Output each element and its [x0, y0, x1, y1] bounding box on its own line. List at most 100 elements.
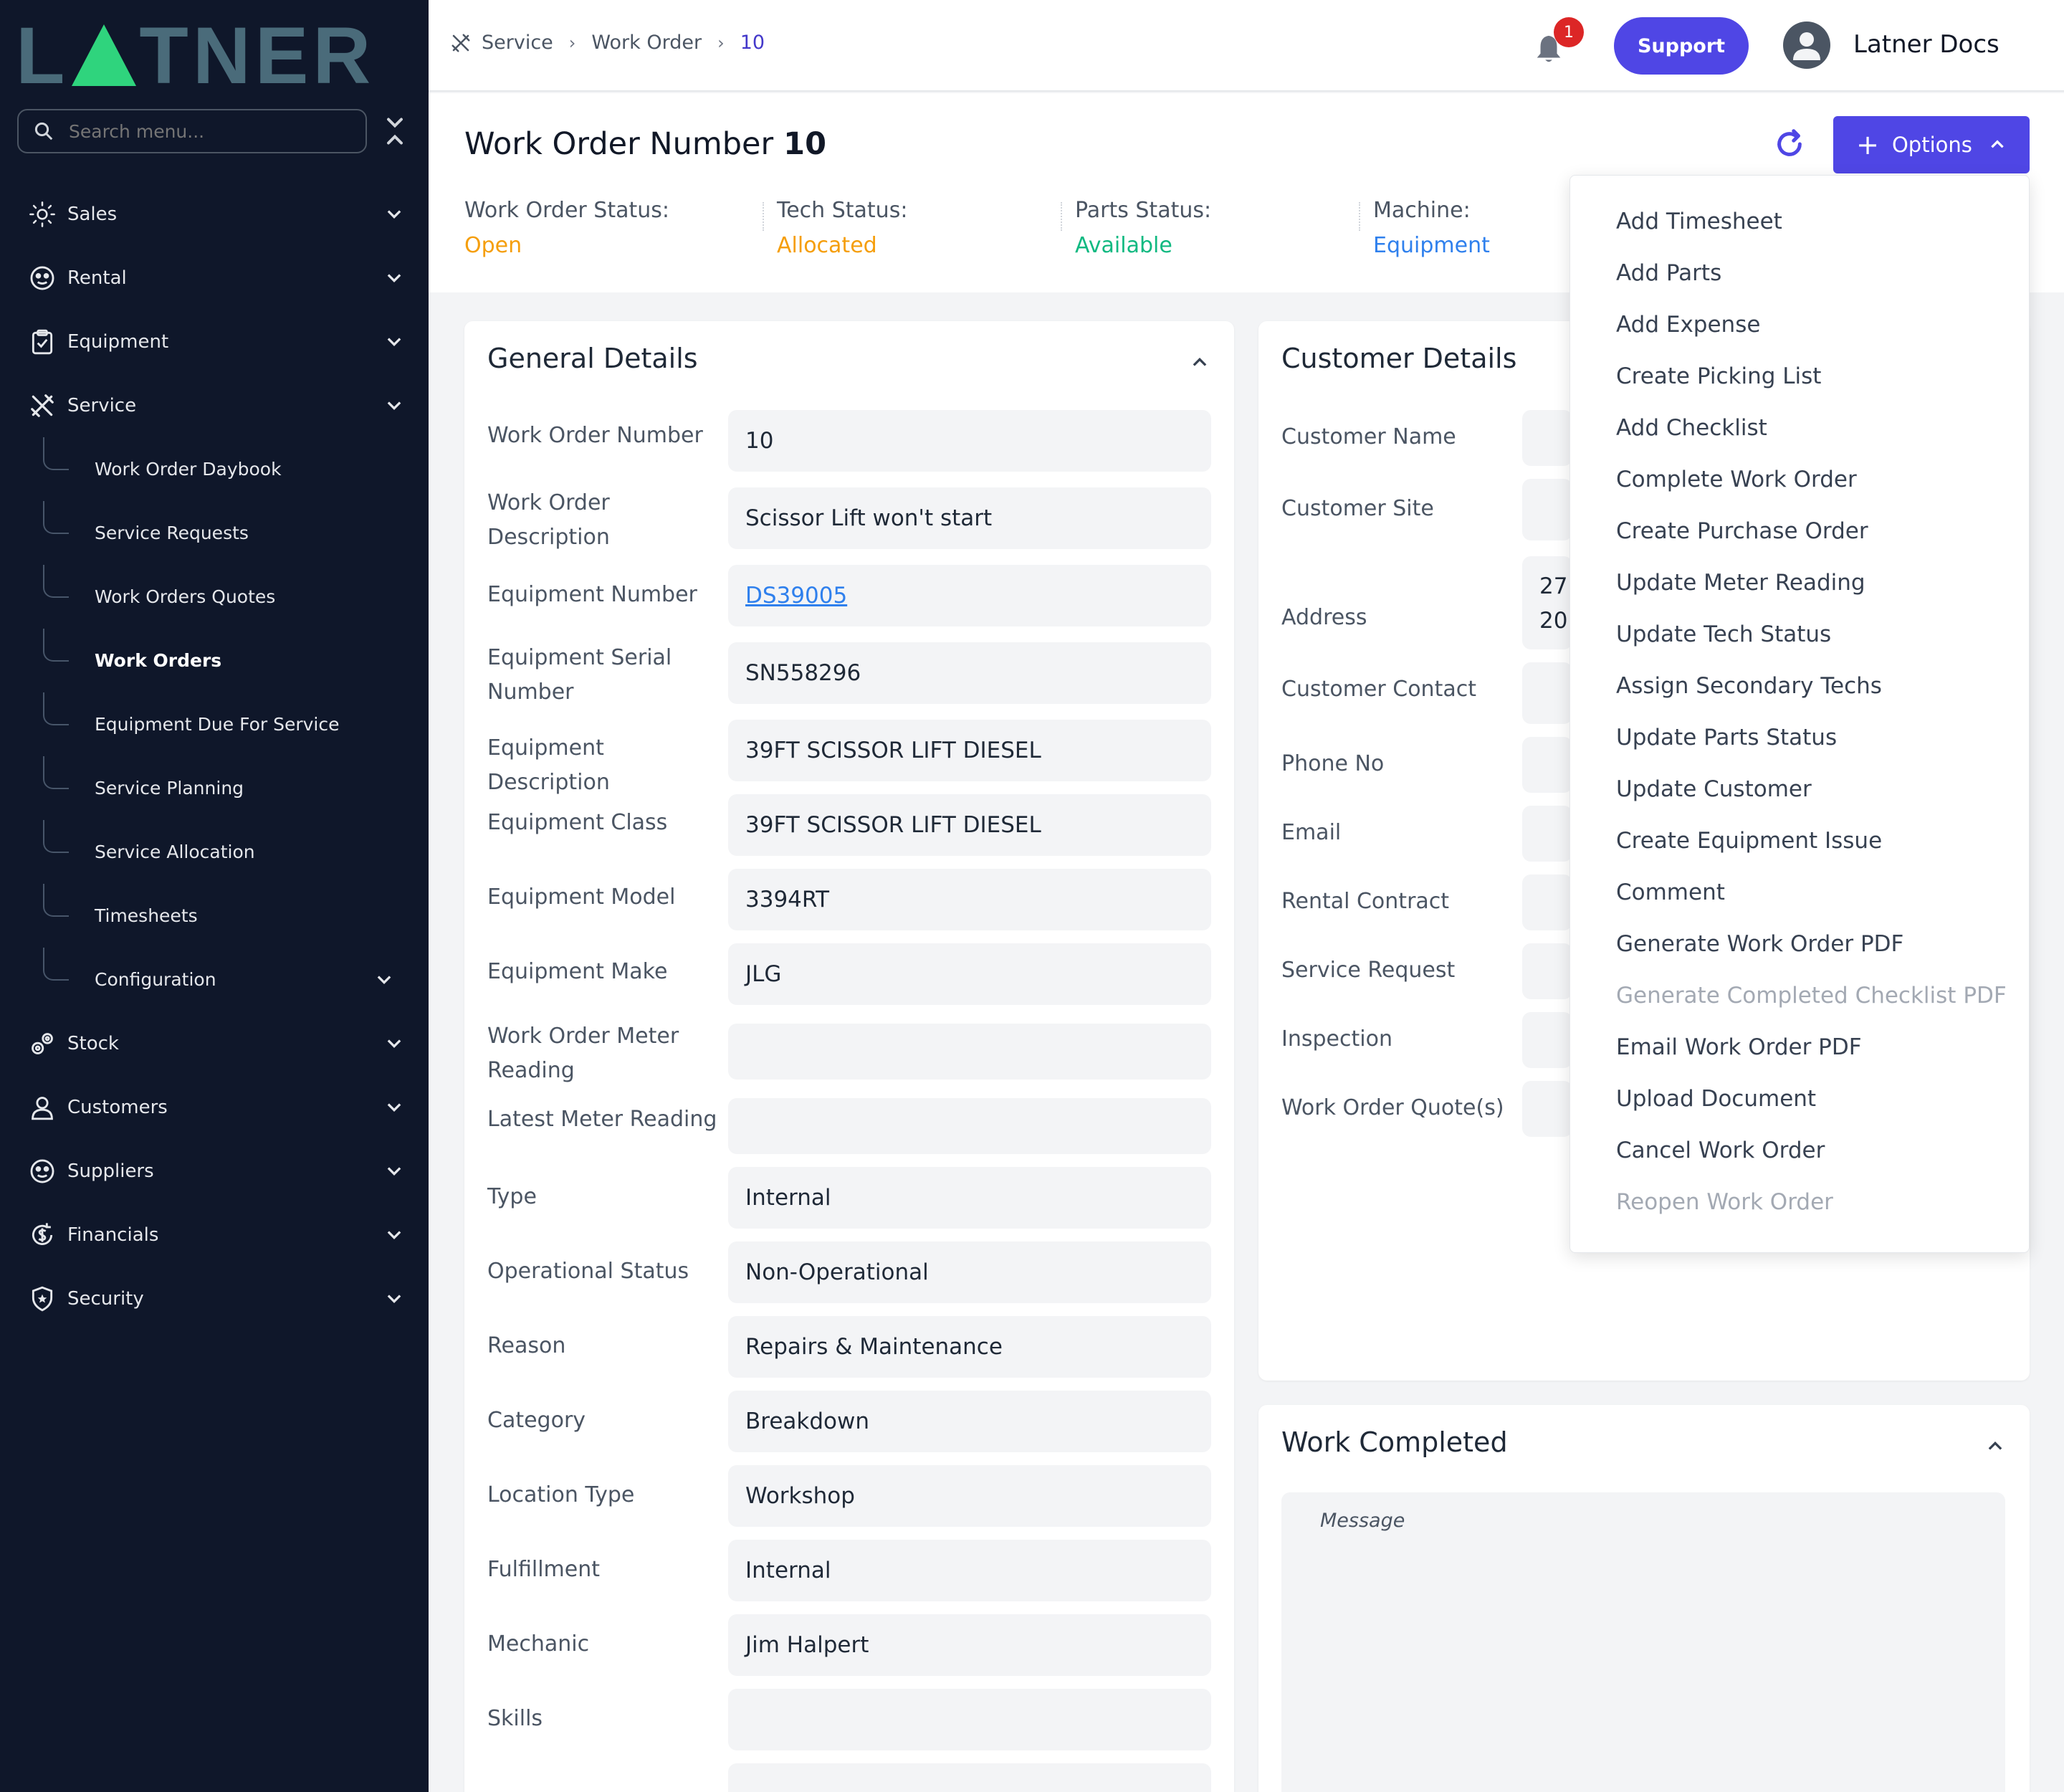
sidebar-subitem-service-allocation[interactable]: Service Allocation — [0, 820, 429, 884]
sidebar-subitem-work-orders-quotes[interactable]: Work Orders Quotes — [0, 565, 429, 629]
status-value: Allocated — [777, 233, 877, 258]
message-input[interactable] — [1281, 1492, 2005, 1792]
menu-item-update-meter-reading[interactable]: Update Meter Reading — [1616, 570, 1865, 596]
logo-triangle-icon — [72, 24, 137, 86]
field-value: DS39005 — [728, 565, 1211, 626]
search-input[interactable] — [69, 120, 355, 142]
sidebar-subitem-work-orders[interactable]: Work Orders — [0, 629, 429, 692]
menu-item-comment[interactable]: Comment — [1616, 880, 1725, 905]
sidebar-subitem-label: Configuration — [95, 969, 216, 990]
field-label: Work Order Meter Reading — [487, 1024, 679, 1083]
breadcrumb-work-order[interactable]: Work Order — [591, 32, 702, 54]
sidebar-subitem-label: Work Orders — [95, 650, 222, 671]
options-button[interactable]: + Options — [1833, 116, 2030, 173]
brand-logo[interactable]: L TNER — [16, 16, 375, 96]
avatar[interactable] — [1783, 22, 1830, 69]
menu-item-update-parts-status[interactable]: Update Parts Status — [1616, 725, 1837, 750]
menu-item-generate-work-order-pdf[interactable]: Generate Work Order PDF — [1616, 931, 1903, 957]
sidebar-item-financials[interactable]: Financials — [0, 1203, 429, 1267]
status-value: Available — [1075, 233, 1172, 258]
field-label: Address — [1281, 605, 1367, 630]
chevron-down-icon — [387, 274, 401, 282]
menu-item-add-parts[interactable]: Add Parts — [1616, 260, 1721, 286]
sidebar-item-customers[interactable]: Customers — [0, 1075, 429, 1139]
field-value: Workshop — [728, 1465, 1211, 1527]
rental-face-icon — [27, 263, 57, 293]
menu-item-add-checklist[interactable]: Add Checklist — [1616, 415, 1767, 441]
sidebar-subitem-work-order-daybook[interactable]: Work Order Daybook — [0, 437, 429, 501]
dollar-cycle-icon — [27, 1220, 57, 1250]
field-label: Equipment Make — [487, 959, 668, 984]
menu-item-update-tech-status[interactable]: Update Tech Status — [1616, 621, 1831, 647]
field-value: Internal — [728, 1540, 1211, 1601]
sidebar-item-security[interactable]: Security — [0, 1267, 429, 1330]
field-label: Mechanic — [487, 1631, 590, 1657]
sidebar-subitem-service-planning[interactable]: Service Planning — [0, 756, 429, 820]
field-value — [1522, 943, 1572, 999]
field-label: Inspection — [1281, 1026, 1392, 1052]
sidebar-item-suppliers[interactable]: Suppliers — [0, 1139, 429, 1203]
sidebar-item-label: Customers — [67, 1096, 168, 1118]
user-name[interactable]: Latner Docs — [1853, 30, 2000, 59]
options-menu: Add Timesheet Add Parts Add Expense Crea… — [1570, 175, 2030, 1253]
sun-settings-icon — [27, 199, 57, 229]
field-label: Rental Contract — [1281, 889, 1450, 914]
field-label: Equipment Description — [487, 735, 610, 795]
chevron-down-icon — [377, 976, 391, 984]
notification-badge: 1 — [1554, 17, 1584, 47]
menu-item-create-picking-list[interactable]: Create Picking List — [1616, 363, 1821, 389]
sidebar-item-service[interactable]: Service — [0, 373, 429, 437]
chevron-up-icon[interactable] — [1190, 353, 1210, 373]
field-label: Equipment Number — [487, 582, 697, 607]
breadcrumb-service[interactable]: Service — [482, 32, 553, 54]
search-box[interactable] — [17, 109, 367, 153]
field-label: Equipment Serial Number — [487, 645, 672, 705]
menu-item-add-expense[interactable]: Add Expense — [1616, 312, 1760, 338]
menu-item-complete-work-order[interactable]: Complete Work Order — [1616, 467, 1857, 492]
sidebar-item-rental[interactable]: Rental — [0, 246, 429, 310]
sidebar-subitem-service-requests[interactable]: Service Requests — [0, 501, 429, 565]
menu-item-assign-secondary-techs[interactable]: Assign Secondary Techs — [1616, 673, 1882, 699]
card-title: General Details — [487, 343, 698, 374]
chevron-down-icon — [387, 401, 401, 410]
field-label: Work Order Number — [487, 423, 703, 448]
status-label: Tech Status: — [777, 198, 908, 223]
equipment-number-link[interactable]: DS39005 — [745, 583, 847, 609]
menu-item-add-timesheet[interactable]: Add Timesheet — [1616, 209, 1782, 234]
field-value: Internal — [728, 1167, 1211, 1229]
sidebar-item-stock[interactable]: Stock — [0, 1011, 429, 1075]
field-label: Reason — [487, 1333, 566, 1358]
refresh-icon[interactable] — [1773, 128, 1806, 161]
sidebar-nav: Sales Rental Equipment Service Work Orde… — [0, 182, 429, 1330]
menu-item-upload-document[interactable]: Upload Document — [1616, 1086, 1816, 1112]
menu-item-cancel-work-order[interactable]: Cancel Work Order — [1616, 1138, 1825, 1163]
breadcrumb: Service › Work Order › 10 — [450, 32, 765, 54]
menu-item-update-customer[interactable]: Update Customer — [1616, 776, 1812, 802]
menu-item-create-equipment-issue[interactable]: Create Equipment Issue — [1616, 828, 1882, 854]
field-value — [728, 1098, 1211, 1154]
field-value: Scissor Lift won't start — [728, 487, 1211, 549]
sidebar-subitem-configuration[interactable]: Configuration — [0, 948, 429, 1011]
sidebar-subitem-label: Timesheets — [95, 905, 198, 926]
sidebar-item-label: Service — [67, 394, 137, 416]
sidebar-item-sales[interactable]: Sales — [0, 182, 429, 246]
sidebar-subitem-timesheets[interactable]: Timesheets — [0, 884, 429, 948]
breadcrumb-current: 10 — [740, 32, 765, 54]
menu-item-create-purchase-order[interactable]: Create Purchase Order — [1616, 518, 1868, 544]
sidebar-item-label: Stock — [67, 1032, 119, 1054]
status-work-order: Work Order Status: Open — [464, 198, 763, 258]
support-button[interactable]: Support — [1614, 17, 1749, 75]
collapse-icon[interactable] — [384, 115, 406, 148]
field-value — [728, 1763, 1211, 1792]
field-label: Work Order Quote(s) — [1281, 1095, 1504, 1120]
work-completed-card: Work Completed — [1258, 1405, 2030, 1792]
chevron-up-icon — [1991, 140, 2004, 148]
work-order-number: 10 — [783, 126, 826, 162]
field-value — [1522, 1081, 1572, 1137]
menu-item-email-work-order-pdf[interactable]: Email Work Order PDF — [1616, 1034, 1862, 1060]
field-label: Customer Name — [1281, 424, 1456, 449]
sidebar-subitem-equipment-due-for-service[interactable]: Equipment Due For Service — [0, 692, 429, 756]
status-value: Open — [464, 233, 522, 258]
chevron-up-icon[interactable] — [1985, 1436, 2005, 1457]
sidebar-item-equipment[interactable]: Equipment — [0, 310, 429, 373]
